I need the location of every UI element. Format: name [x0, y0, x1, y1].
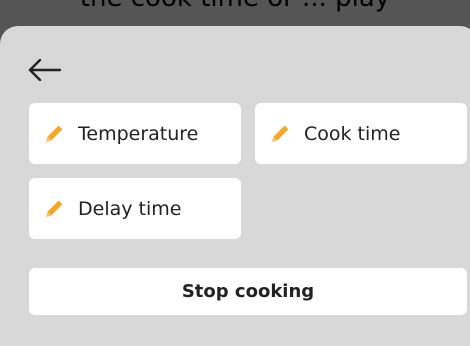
pencil-icon	[46, 125, 63, 142]
pencil-icon	[272, 125, 289, 142]
background-header: the cook time or ... play	[0, 0, 470, 26]
stop-cooking-button[interactable]: Stop cooking	[29, 268, 467, 315]
delay-time-option[interactable]: Delay time	[29, 178, 241, 239]
partial-header-text: the cook time or ... play	[0, 0, 470, 13]
temperature-option[interactable]: Temperature	[29, 103, 241, 164]
bottom-sheet: Temperature Cook time Delay time Stop co…	[0, 26, 470, 346]
delay-time-label: Delay time	[78, 197, 182, 220]
cook-time-option[interactable]: Cook time	[255, 103, 467, 164]
arrow-left-icon	[28, 59, 62, 81]
temperature-label: Temperature	[78, 122, 199, 145]
back-button[interactable]	[22, 50, 68, 90]
pencil-icon	[46, 200, 63, 217]
cook-time-label: Cook time	[304, 122, 401, 145]
stop-cooking-label: Stop cooking	[181, 281, 315, 302]
